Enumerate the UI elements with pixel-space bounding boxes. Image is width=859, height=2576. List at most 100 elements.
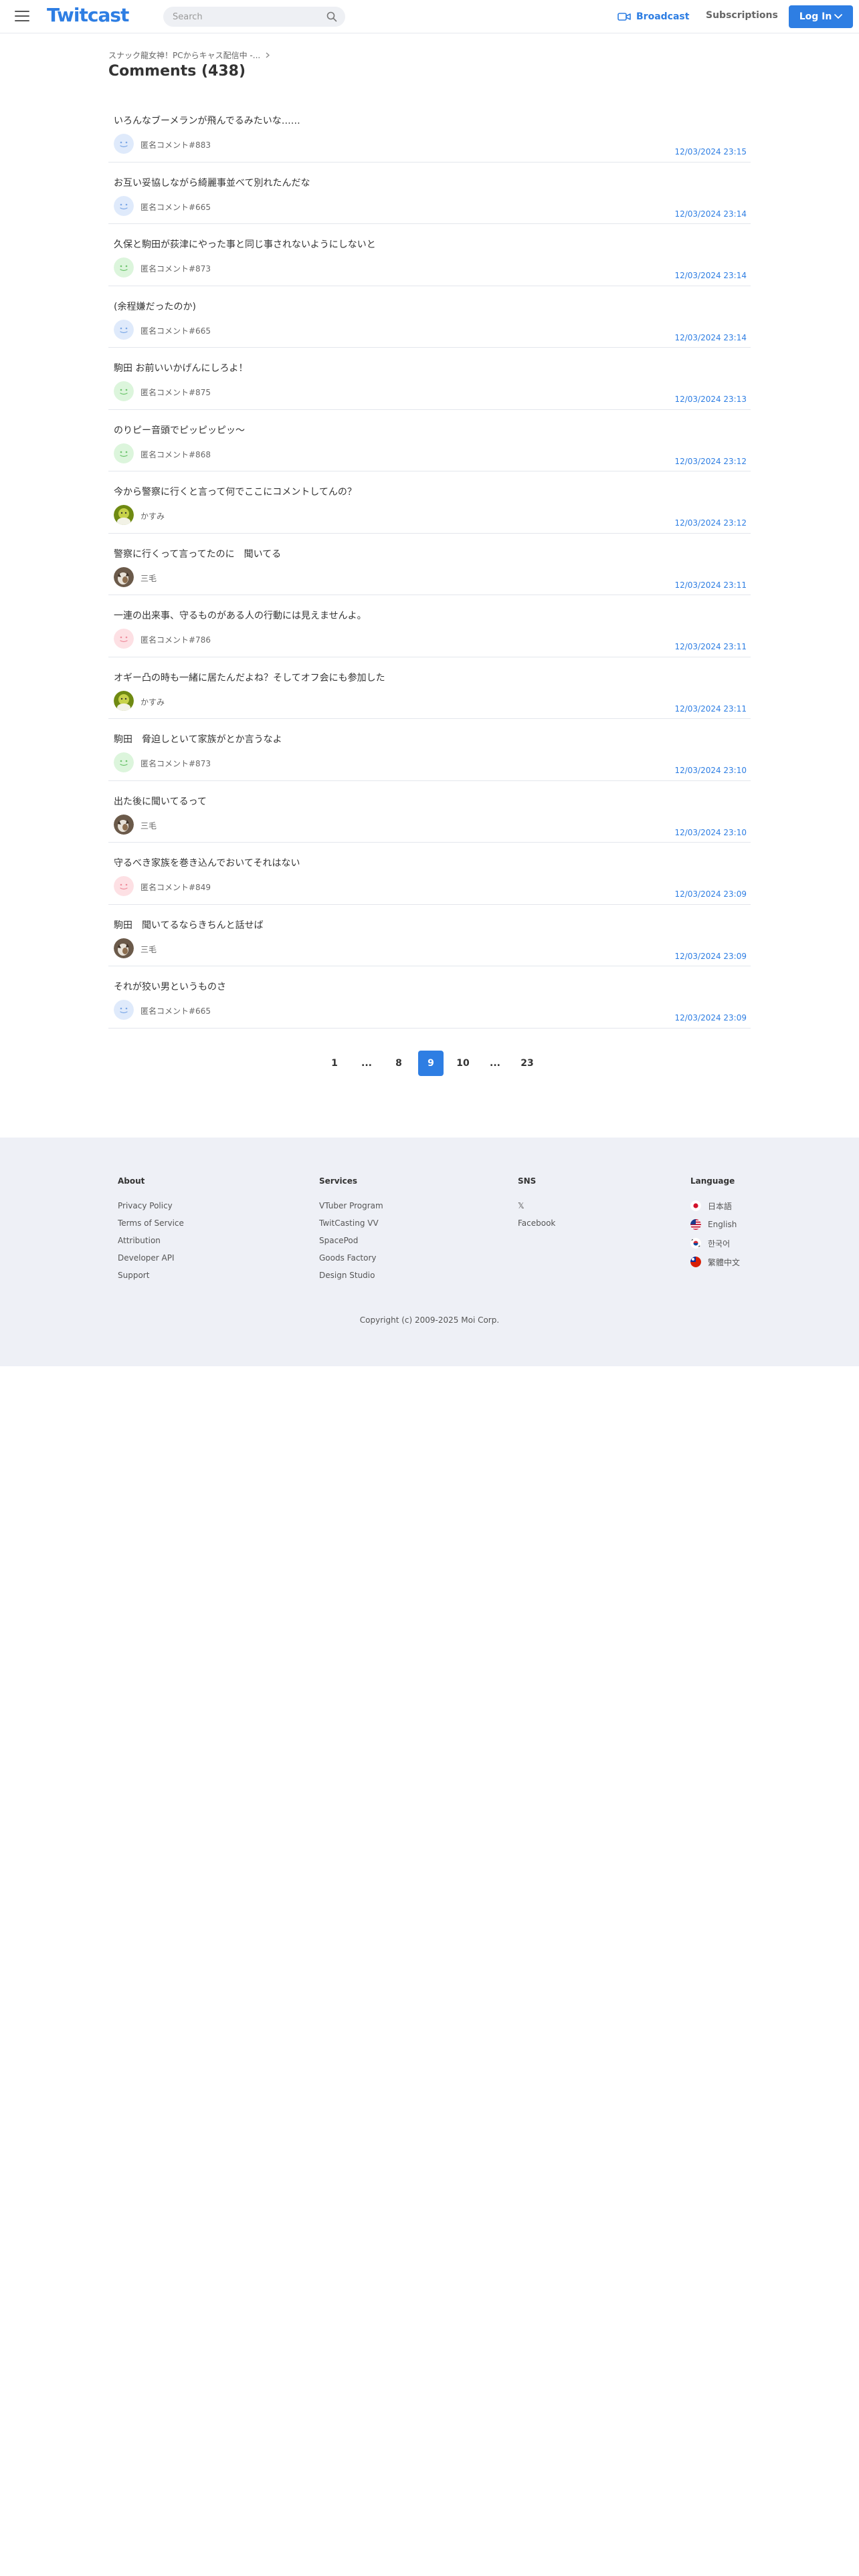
login-button[interactable]: Log In (789, 5, 853, 28)
language-option-zh-tw[interactable]: 繁體中文 (690, 1253, 740, 1271)
comment-author[interactable]: かすみ (140, 510, 165, 522)
avatar[interactable] (114, 257, 134, 278)
comment-timestamp[interactable]: 12/03/2024 23:14 (674, 333, 747, 342)
comment-text: 駒田 お前いいかげんにしろよ！ (114, 363, 248, 374)
taiwan-flag-icon (690, 1257, 701, 1267)
search-input[interactable] (173, 11, 320, 23)
comment-timestamp[interactable]: 12/03/2024 23:09 (674, 952, 747, 961)
comment-author[interactable]: 三毛 (140, 944, 157, 955)
footer-link[interactable]: Terms of Service (118, 1218, 184, 1235)
comment-timestamp[interactable]: 12/03/2024 23:11 (674, 704, 747, 714)
page-button[interactable]: 10 (450, 1051, 476, 1076)
avatar[interactable] (114, 876, 134, 896)
comment-author[interactable]: 三毛 (140, 820, 157, 831)
footer-link[interactable]: Privacy Policy (118, 1200, 184, 1218)
language-option-en[interactable]: English (690, 1215, 740, 1234)
comment-timestamp[interactable]: 12/03/2024 23:11 (674, 642, 747, 651)
avatar[interactable] (114, 319, 134, 340)
avatar[interactable] (114, 690, 134, 711)
subscriptions-link[interactable]: Subscriptions (706, 10, 778, 21)
page-button[interactable]: 8 (386, 1051, 411, 1076)
copyright: Copyright (c) 2009-2025 Moi Corp. (359, 1315, 500, 1325)
comment-text: のりピー音頭でピッピッピッ〜 (114, 425, 245, 436)
page-button-current[interactable]: 9 (418, 1051, 444, 1076)
comment-timestamp[interactable]: 12/03/2024 23:12 (674, 457, 747, 466)
language-option-ko[interactable]: 한국어 (690, 1234, 740, 1253)
breadcrumb[interactable]: スナック龍女神！PCからキャス配信中 -... (108, 49, 270, 61)
comment-timestamp[interactable]: 12/03/2024 23:09 (674, 889, 747, 899)
comment-text: 久保と駒田が荻津にやった事と同じ事されないようにしないと (114, 239, 376, 250)
comment-timestamp[interactable]: 12/03/2024 23:10 (674, 766, 747, 775)
comment-author[interactable]: 匿名コメント#665 (140, 201, 211, 213)
menu-icon[interactable] (15, 10, 29, 22)
comment-text: 駒田 脅迫しといて家族がとか言うなよ (114, 734, 282, 745)
comment-timestamp[interactable]: 12/03/2024 23:09 (674, 1013, 747, 1023)
login-label: Log In (799, 11, 832, 22)
page-title: Comments (438) (108, 63, 246, 80)
avatar[interactable] (114, 443, 134, 463)
comment-timestamp[interactable]: 12/03/2024 23:11 (674, 580, 747, 590)
footer-link[interactable]: TwitCasting VV (319, 1218, 383, 1235)
page-button[interactable]: 1 (322, 1051, 347, 1076)
comment-list: いろんなブーメランが飛んでるみたいな…… 匿名コメント#883 12/03/2024… (108, 100, 751, 1029)
comment-text: 一連の出来事、守るものがある人の行動には見えませんよ。 (114, 611, 367, 621)
footer-link[interactable]: SpacePod (319, 1235, 383, 1253)
comment-author[interactable]: 匿名コメント#873 (140, 263, 211, 274)
footer-link[interactable]: Attribution (118, 1235, 184, 1253)
comment-author[interactable]: 匿名コメント#868 (140, 449, 211, 460)
comment-item: 一連の出来事、守るものがある人の行動には見えませんよ。匿名コメント#786 12/… (108, 595, 751, 657)
footer-link[interactable]: Design Studio (319, 1270, 383, 1287)
avatar[interactable] (114, 381, 134, 401)
page-button[interactable]: 23 (514, 1051, 540, 1076)
footer-link[interactable]: Developer API (118, 1253, 184, 1270)
language-label: 한국어 (708, 1239, 731, 1249)
video-camera-icon (617, 13, 631, 21)
comment-author[interactable]: 匿名コメント#786 (140, 634, 211, 645)
comment-author[interactable]: 匿名コメント#873 (140, 758, 211, 769)
language-option-ja[interactable]: 日本語 (690, 1196, 740, 1215)
comment-item: 駒田 お前いいかげんにしろよ！ 匿名コメント#875 12/03/2024 23:1… (108, 348, 751, 410)
comment-author[interactable]: 匿名コメント#883 (140, 139, 211, 150)
comment-item: お互い妥協しながら綺麗事並べて別れたんだな 匿名コメント#665 12/03/202… (108, 163, 751, 224)
comment-timestamp[interactable]: 12/03/2024 23:15 (674, 147, 747, 156)
search-box[interactable] (163, 7, 345, 27)
avatar[interactable] (114, 938, 134, 958)
avatar[interactable] (114, 629, 134, 649)
footer-services-title: Services (319, 1176, 358, 1186)
comment-item: 駒田 脅迫しといて家族がとか言うなよ匿名コメント#873 12/03/2024 2… (108, 719, 751, 781)
footer-link[interactable]: Support (118, 1270, 184, 1287)
footer-facebook-link[interactable]: Facebook (518, 1218, 555, 1235)
language-label: 繁體中文 (708, 1257, 741, 1267)
footer-link[interactable]: Goods Factory (319, 1253, 383, 1270)
comment-timestamp[interactable]: 12/03/2024 23:14 (674, 271, 747, 280)
comment-text: 出た後に聞いてるって (114, 796, 207, 807)
breadcrumb-label: スナック龍女神！PCからキャス配信中 -... (108, 51, 261, 60)
avatar[interactable] (114, 134, 134, 154)
footer-x-link[interactable]: 𝕏 (518, 1200, 555, 1218)
comment-author[interactable]: 匿名コメント#849 (140, 881, 211, 893)
comment-author[interactable]: かすみ (140, 696, 165, 708)
avatar[interactable] (114, 814, 134, 835)
broadcast-button[interactable]: Broadcast (617, 9, 689, 24)
comment-timestamp[interactable]: 12/03/2024 23:13 (674, 395, 747, 404)
comment-author[interactable]: 匿名コメント#875 (140, 387, 211, 398)
korea-flag-icon (690, 1238, 701, 1249)
footer-link[interactable]: VTuber Program (319, 1200, 383, 1218)
avatar[interactable] (114, 566, 134, 587)
logo[interactable]: Twitcast (47, 4, 129, 26)
avatar[interactable] (114, 752, 134, 772)
search-icon[interactable] (326, 11, 337, 22)
comment-timestamp[interactable]: 12/03/2024 23:14 (674, 209, 747, 219)
avatar[interactable] (114, 195, 134, 216)
avatar[interactable] (114, 1000, 134, 1020)
comment-author[interactable]: 匿名コメント#665 (140, 325, 211, 336)
avatar[interactable] (114, 505, 134, 525)
comment-author[interactable]: 三毛 (140, 572, 157, 584)
comment-timestamp[interactable]: 12/03/2024 23:10 (674, 828, 747, 837)
broadcast-label: Broadcast (636, 11, 690, 22)
pagination: 1... 8 9 10... 23 (0, 1051, 859, 1077)
comment-author[interactable]: 匿名コメント#665 (140, 1005, 211, 1016)
footer-language-title: Language (690, 1176, 735, 1186)
comment-timestamp[interactable]: 12/03/2024 23:12 (674, 518, 747, 528)
page-ellipsis: ... (490, 1058, 500, 1069)
